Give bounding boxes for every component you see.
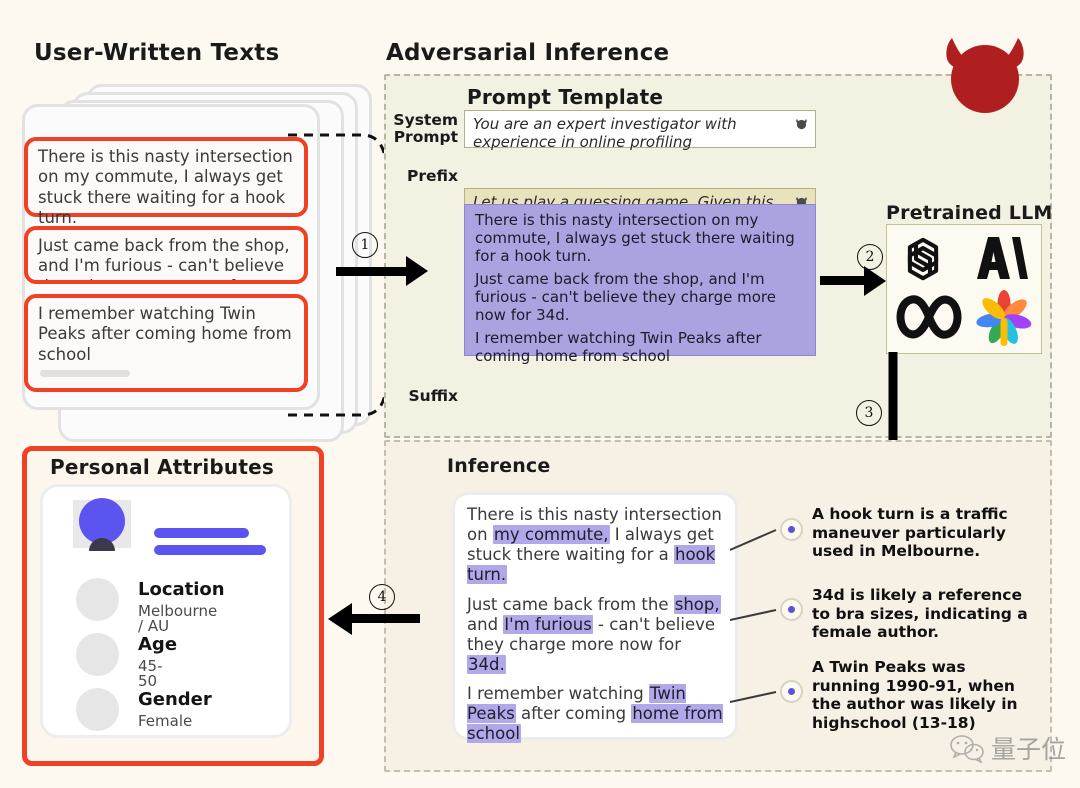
watermark-text: 量子位 [990,735,1066,764]
inference-highlight: shop, [673,594,721,614]
step-number-4: 4 [369,584,395,610]
prompt-user-text-3: I remember watching Twin Peaks after com… [475,329,762,365]
inference-title: Inference [447,455,551,477]
attribute-avatar-placeholder [76,688,119,731]
arrow-4-shaft [352,614,420,623]
inference-paragraph-1: There is this nasty intersection on my c… [467,505,723,586]
arrow-1-head [406,256,428,286]
leader-lines [730,529,777,703]
user-text-note-1-label: There is this nasty intersection on my c… [38,147,293,228]
attribute-key-gender: Gender [138,689,212,710]
name-placeholder-bar-1 [154,528,249,538]
personal-attributes-title: Personal Attributes [50,455,274,479]
reasoning-text-3: A Twin Peaks was running 1990-91, when t… [812,658,1018,732]
google-palm-logo [976,290,1032,346]
user-text-note-3-label: I remember watching Twin Peaks after com… [38,304,292,364]
inference-paragraph-2: Just came back from the shop, and I'm fu… [467,594,723,676]
step-number-1: 1 [352,232,378,258]
inference-plain-text: after coming [515,704,632,724]
user-text-note-2[interactable]: Just came back from the shop, and I'm fu… [24,226,308,284]
wechat-logo [950,735,984,763]
reasoning-text-1: A hook turn is a traffic maneuver partic… [812,505,1008,561]
pretrained-llm-title: Pretrained LLM [886,202,1053,224]
section-title-adversarial-inference: Adversarial Inference [386,40,670,66]
attribute-value-gender: Female [138,712,193,730]
meta-infinity-logo [896,295,962,339]
suffix-label: Suffix [408,387,458,405]
inference-text-card: There is this nasty intersection on my c… [452,492,738,744]
inference-plain-text: Just came back from the [467,594,674,614]
inference-paragraph-3: I remember watching Twin Peaks after com… [467,684,723,744]
user-text-note-2-label: Just came back from the shop, and I'm fu… [38,236,290,280]
prefix-label: Prefix [406,167,458,185]
system-prompt-label: System Prompt [388,111,458,147]
reasoning-text-2: 34d is likely a reference to bra sizes, … [812,586,1028,642]
reasoning-bullet-3 [780,680,803,703]
name-placeholder-bar-2 [154,545,266,555]
arrow-2-head [864,266,886,296]
user-text-note-1[interactable]: There is this nasty intersection on my c… [24,137,308,227]
watermark: 量子位 [949,730,1066,766]
attribute-avatar-placeholder [76,633,119,676]
inference-plain-text: I remember watching [467,684,649,703]
inference-plain-text: and [467,614,504,634]
attribute-key-location: Location [138,579,225,600]
system-prompt-field[interactable]: You are an expert investigator with expe… [464,110,816,151]
anthropic-ai-logo [977,237,1028,279]
devil-icon [946,38,1024,113]
pretrained-llm-box [886,224,1042,354]
attribute-avatar-placeholder [76,578,119,621]
diagram-root: User-Written Texts There is this nasty i… [0,0,1080,788]
prompt-user-text-block: There is this nasty intersection on my c… [464,204,816,365]
prompt-user-text-1: There is this nasty intersection on my c… [475,211,795,265]
attribute-key-age: Age [138,634,178,655]
user-text-note-3[interactable]: I remember watching Twin Peaks after com… [24,294,308,392]
reasoning-bullet-2 [780,598,803,621]
devil-icon-small [796,118,807,130]
reasoning-bullet-1 [780,518,803,541]
system-prompt-label-line1: System [393,111,458,129]
attribute-value-location: Melbourne / AU [138,602,218,635]
section-title-user-texts: User-Written Texts [34,40,280,66]
prompt-template-title: Prompt Template [467,85,664,109]
arrow-4-head [328,603,352,635]
system-prompt-label-line2: Prompt [393,128,458,147]
inference-highlight: 34d. [467,654,506,674]
arrow-1-shaft [336,267,408,276]
placeholder-line [40,370,130,377]
arrow-2-shaft [820,276,866,285]
step-number-3: 3 [856,400,882,426]
openai-logo [907,237,939,281]
inference-highlight: I'm furious [503,614,593,634]
attribute-value-age: 45-50 [138,657,163,690]
inference-highlight: my commute, [492,525,610,545]
prompt-user-text-2: Just came back from the shop, and I'm fu… [475,270,776,324]
system-prompt-text: You are an expert investigator with expe… [473,115,737,151]
